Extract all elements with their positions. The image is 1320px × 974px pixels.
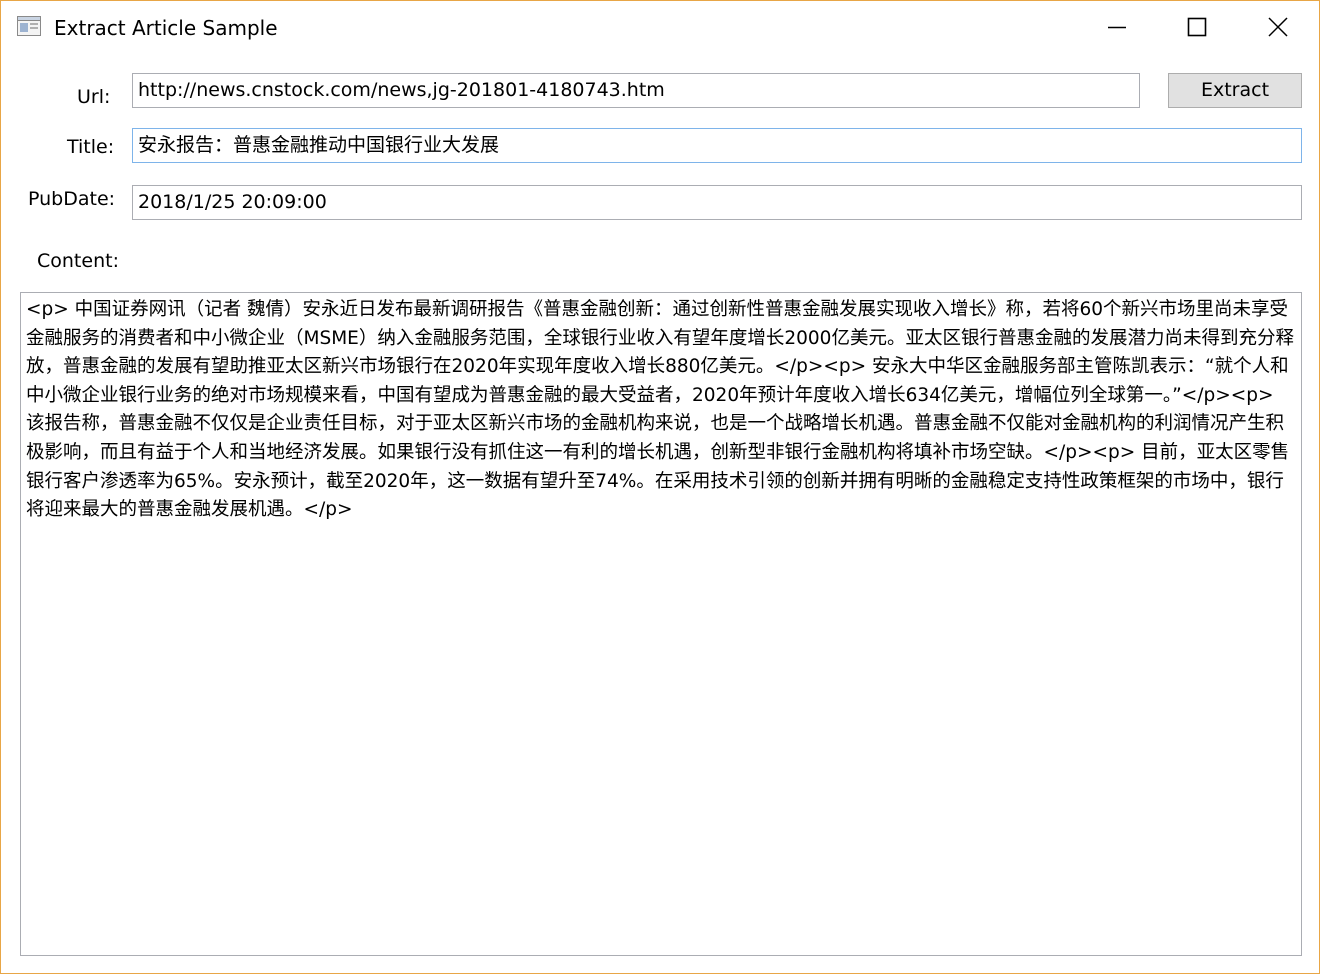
pubdate-input[interactable]: 2018/1/25 20:09:00 [132, 185, 1302, 220]
pubdate-label: PubDate: [28, 188, 116, 210]
main-window: Extract Article Sample Url: http://news.… [0, 0, 1320, 974]
extract-button[interactable]: Extract [1168, 73, 1302, 108]
content-textarea[interactable]: <p> 中国证券网讯（记者 魏倩）安永近日发布最新调研报告《普惠金融创新：通过创… [20, 292, 1302, 956]
content-label: Content: [37, 250, 119, 272]
minimize-icon [1108, 26, 1126, 29]
url-input[interactable]: http://news.cnstock.com/news,jg-201801-4… [132, 73, 1140, 108]
title-label: Title: [67, 136, 115, 158]
close-icon [1268, 17, 1288, 37]
app-icon [17, 16, 41, 36]
minimize-button[interactable] [1077, 1, 1157, 53]
close-button[interactable] [1238, 1, 1318, 53]
title-input[interactable]: 安永报告：普惠金融推动中国银行业大发展 [132, 128, 1302, 163]
url-label: Url: [77, 86, 111, 108]
window-title: Extract Article Sample [54, 16, 278, 40]
maximize-button[interactable] [1157, 1, 1237, 53]
title-bar[interactable]: Extract Article Sample [1, 1, 1319, 55]
maximize-icon [1187, 17, 1207, 37]
